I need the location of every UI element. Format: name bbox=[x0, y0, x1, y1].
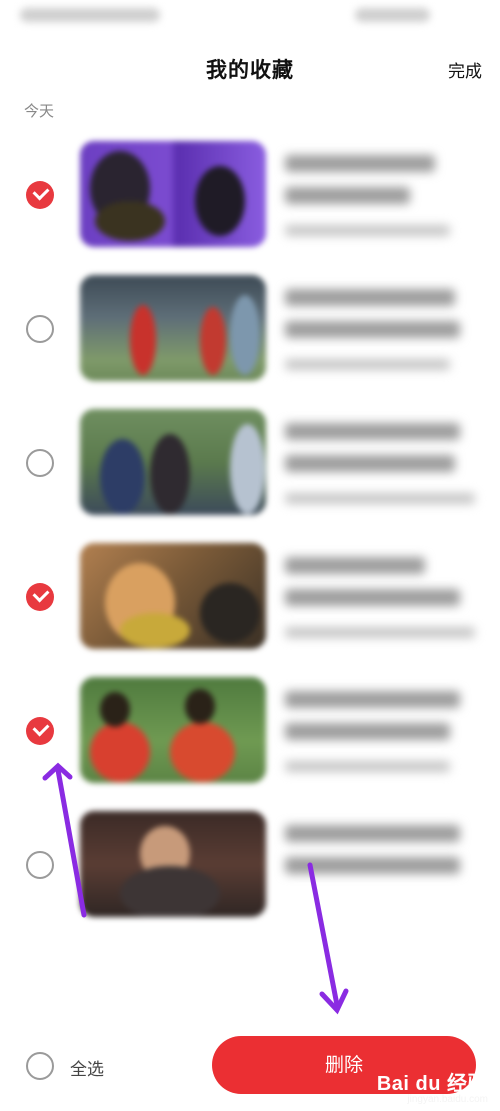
section-label-today: 今天 bbox=[24, 102, 55, 120]
checkbox-checked[interactable] bbox=[26, 181, 54, 209]
video-thumbnail[interactable] bbox=[80, 677, 266, 783]
list-item[interactable] bbox=[0, 135, 500, 255]
list-item[interactable] bbox=[0, 537, 500, 657]
annotation-arrowhead-down bbox=[319, 988, 349, 1015]
checkbox-unchecked[interactable] bbox=[26, 449, 54, 477]
status-right-blur bbox=[355, 8, 430, 22]
list-item[interactable] bbox=[0, 269, 500, 389]
video-thumbnail[interactable] bbox=[80, 141, 266, 247]
video-thumbnail[interactable] bbox=[80, 543, 266, 649]
video-thumbnail[interactable] bbox=[80, 275, 266, 381]
list-item[interactable] bbox=[0, 403, 500, 523]
checkbox-unchecked[interactable] bbox=[26, 315, 54, 343]
status-bar bbox=[0, 0, 500, 40]
delete-button-label: 删除 bbox=[324, 1054, 363, 1076]
baidu-jingyan-watermark: Bai du 经验 jingyan.baidu.com bbox=[377, 1067, 488, 1105]
select-all-label[interactable]: 全选 bbox=[70, 1055, 104, 1080]
checkbox-checked[interactable] bbox=[26, 583, 54, 611]
list-item[interactable] bbox=[0, 805, 500, 925]
header: 我的收藏 完成 bbox=[0, 44, 500, 94]
watermark-main: Bai du 经验 bbox=[376, 1073, 488, 1095]
checkbox-unchecked[interactable] bbox=[26, 851, 54, 879]
select-all-checkbox[interactable] bbox=[26, 1052, 54, 1080]
video-thumbnail[interactable] bbox=[80, 811, 266, 917]
video-thumbnail[interactable] bbox=[80, 409, 266, 515]
list-item[interactable] bbox=[0, 671, 500, 791]
status-left-blur bbox=[20, 8, 160, 22]
page-title: 我的收藏 bbox=[206, 58, 294, 82]
checkbox-checked[interactable] bbox=[26, 717, 54, 745]
done-button[interactable]: 完成 bbox=[448, 57, 482, 82]
